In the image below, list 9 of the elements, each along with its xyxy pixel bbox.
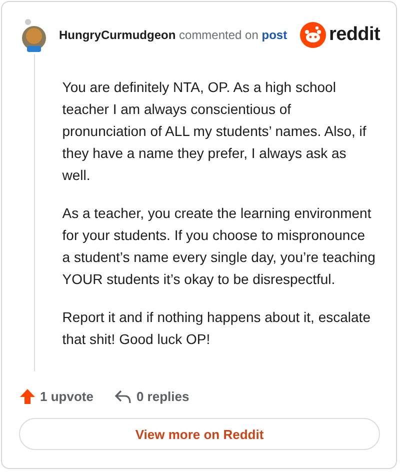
view-more-button[interactable]: View more on Reddit xyxy=(19,418,380,450)
comment-paragraph: Report it and if nothing happens about it, escalate that shit! Good luck OP! xyxy=(62,308,372,349)
comment-paragraph: As a teacher, you create the learning environment for your students. If you choose to mispronounce a student’s name every single day, you’re teaching YOUR students it’s okay to be disrespectful. xyxy=(62,204,376,289)
reddit-wordmark: reddit xyxy=(329,24,380,46)
comment-paragraph: You are definitely NTA, OP. As a high school teacher I am always conscientious of pronunciation of ALL my students’ names. Also, if they have a name they prefer, I always ask as well. xyxy=(62,78,368,185)
comment-byline: HungryCurmudgeon commented on post xyxy=(59,28,288,42)
post-link[interactable]: post xyxy=(262,28,288,42)
upvote-count: 1 upvote xyxy=(40,389,94,404)
reply-count: 0 replies xyxy=(136,389,190,404)
